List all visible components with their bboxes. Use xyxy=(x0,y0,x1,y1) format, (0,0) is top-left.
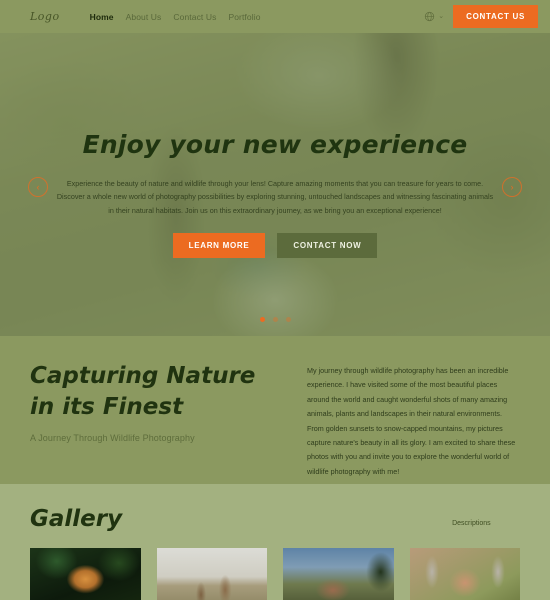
hero-content: Enjoy your new experience Experience the… xyxy=(0,33,550,336)
carousel-dot-2[interactable] xyxy=(272,317,278,322)
gallery-item-deer-antlers-photo[interactable] xyxy=(409,548,520,600)
carousel-next-arrow-icon[interactable]: › xyxy=(502,177,522,197)
nav-link-portfolio[interactable]: Portfolio xyxy=(228,12,260,22)
nav-link-contact-us[interactable]: Contact Us xyxy=(173,12,216,22)
contact-us-button[interactable]: CONTACT US xyxy=(453,5,538,28)
about-title: Capturing Nature in its Finest xyxy=(30,363,256,420)
gallery-section: Gallery Descriptions xyxy=(0,484,550,600)
gallery-title: Gallery xyxy=(30,506,123,532)
gallery-item-tiger-photo[interactable] xyxy=(30,548,141,600)
about-subtitle: A Journey Through Wildlife Photography xyxy=(30,433,195,444)
gallery-item-elephant-photo[interactable] xyxy=(283,548,394,600)
hero-button-group: LEARN MORE CONTACT NOW xyxy=(172,232,378,258)
learn-more-button[interactable]: LEARN MORE xyxy=(172,232,266,258)
hero-title: Enjoy your new experience xyxy=(82,130,468,159)
navbar: Logo Home About Us Contact Us Portfolio … xyxy=(0,0,550,33)
hero-paragraph: Experience the beauty of nature and wild… xyxy=(56,179,494,215)
navbar-right-group: ⌄ CONTACT US xyxy=(424,5,538,28)
about-section: Capturing Nature in its Finest A Journey… xyxy=(0,336,550,484)
carousel-dot-1[interactable] xyxy=(259,317,265,322)
site-logo[interactable]: Logo xyxy=(30,10,60,23)
carousel-dot-3[interactable] xyxy=(285,317,291,322)
language-selector[interactable]: ⌄ xyxy=(424,11,444,22)
nav-link-home[interactable]: Home xyxy=(90,12,114,22)
globe-icon xyxy=(425,11,435,22)
contact-now-button[interactable]: CONTACT NOW xyxy=(277,232,378,258)
gallery-grid xyxy=(30,548,520,600)
gallery-descriptions-label: Descriptions xyxy=(452,520,491,527)
hero-carousel: Enjoy your new experience Experience the… xyxy=(0,33,550,336)
nav-link-about-us[interactable]: About Us xyxy=(126,12,162,22)
main-navigation: Home About Us Contact Us Portfolio xyxy=(90,12,261,22)
carousel-dots xyxy=(0,317,550,322)
page-root: Logo Home About Us Contact Us Portfolio … xyxy=(0,0,550,600)
gallery-item-giraffes-photo[interactable] xyxy=(156,548,267,600)
about-paragraph: My journey through wildlife photography … xyxy=(307,366,516,476)
gallery-header: Gallery Descriptions xyxy=(30,506,520,532)
chevron-down-icon: ⌄ xyxy=(438,13,445,20)
carousel-prev-arrow-icon[interactable]: ‹ xyxy=(28,177,48,197)
about-left-column: Capturing Nature in its Finest A Journey… xyxy=(30,361,285,484)
